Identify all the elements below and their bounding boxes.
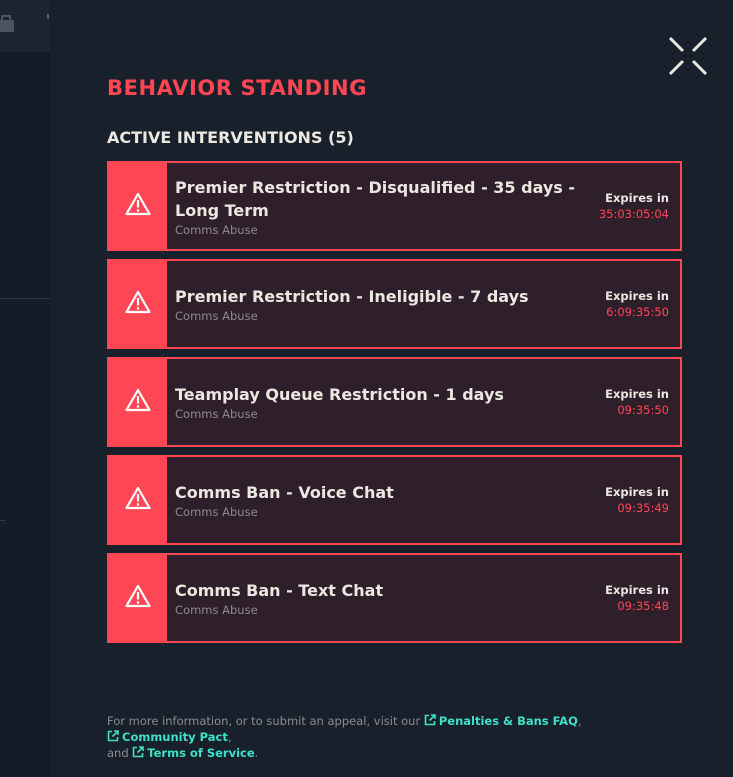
expires-time: 35:03:05:04 bbox=[598, 207, 669, 221]
intervention-name: Comms Ban - Text Chat bbox=[175, 581, 384, 600]
intervention-name: Comms Ban - Voice Chat bbox=[175, 483, 394, 502]
external-link-icon bbox=[132, 746, 145, 758]
footer-separator: , bbox=[577, 714, 582, 728]
intervention-reason: Comms Abuse bbox=[175, 603, 258, 617]
intervention-info: Comms Ban - Text Chat Comms Abuse bbox=[167, 555, 599, 641]
intervention-expiry: Expires in 09:35:49 bbox=[599, 457, 680, 543]
intervention-card[interactable]: Teamplay Queue Restriction - 1 days Comm… bbox=[107, 357, 682, 447]
intervention-info: Premier Restriction - Ineligible - 7 day… bbox=[167, 261, 599, 347]
warning-triangle-icon bbox=[125, 290, 151, 318]
footer-text: For more information, or to submit an ap… bbox=[107, 714, 424, 728]
footer-text: and bbox=[107, 746, 133, 760]
warning-icon-box bbox=[109, 359, 167, 445]
intervention-list: Premier Restriction - Disqualified - 35 … bbox=[107, 161, 682, 651]
intervention-expiry: Expires in 09:35:48 bbox=[599, 555, 680, 641]
divider-line bbox=[0, 520, 6, 521]
warning-icon-box bbox=[109, 457, 167, 543]
community-pact-link[interactable]: Community Pact bbox=[107, 730, 228, 744]
expires-time: 6:09:35:50 bbox=[606, 305, 669, 319]
close-x-icon bbox=[668, 36, 708, 76]
intervention-card[interactable]: Premier Restriction - Ineligible - 7 day… bbox=[107, 259, 682, 349]
expires-label: Expires in bbox=[605, 289, 669, 303]
warning-icon-box bbox=[109, 261, 167, 347]
terms-of-service-link-label: Terms of Service bbox=[147, 746, 255, 760]
terms-of-service-link[interactable]: Terms of Service bbox=[132, 746, 255, 760]
intervention-name: Teamplay Queue Restriction - 1 days bbox=[175, 385, 504, 404]
warning-triangle-icon bbox=[125, 584, 151, 612]
intervention-expiry: Expires in 6:09:35:50 bbox=[599, 261, 680, 347]
expires-label: Expires in bbox=[605, 485, 669, 499]
background-tab bbox=[0, 0, 50, 52]
intervention-card[interactable]: Comms Ban - Text Chat Comms Abuse Expire… bbox=[107, 553, 682, 643]
intervention-reason: Comms Abuse bbox=[175, 222, 258, 237]
background-game-strip bbox=[0, 0, 50, 777]
footer-period: . bbox=[254, 746, 259, 760]
community-pact-link-label: Community Pact bbox=[122, 730, 228, 744]
warning-icon-box bbox=[109, 163, 167, 249]
warning-triangle-icon bbox=[125, 486, 151, 514]
intervention-card[interactable]: Premier Restriction - Disqualified - 35 … bbox=[107, 161, 682, 251]
divider-tick bbox=[47, 14, 49, 19]
warning-icon-box bbox=[109, 555, 167, 641]
expires-time: 09:35:48 bbox=[617, 599, 669, 613]
expires-time: 09:35:49 bbox=[617, 501, 669, 515]
expires-label: Expires in bbox=[605, 191, 669, 205]
intervention-name: Premier Restriction - Ineligible - 7 day… bbox=[175, 287, 529, 306]
footer-separator: , bbox=[227, 730, 232, 744]
penalties-faq-link[interactable]: Penalties & Bans FAQ bbox=[424, 714, 578, 728]
close-button[interactable] bbox=[668, 36, 708, 76]
intervention-name: Premier Restriction - Disqualified - 35 … bbox=[175, 177, 576, 220]
divider-line bbox=[0, 298, 50, 299]
external-link-icon bbox=[107, 730, 119, 742]
intervention-card[interactable]: Comms Ban - Voice Chat Comms Abuse Expir… bbox=[107, 455, 682, 545]
intervention-info: Comms Ban - Voice Chat Comms Abuse bbox=[167, 457, 599, 543]
warning-triangle-icon bbox=[125, 388, 151, 416]
intervention-expiry: Expires in 35:03:05:04 bbox=[593, 163, 680, 249]
external-link-icon bbox=[424, 714, 436, 726]
intervention-reason: Comms Abuse bbox=[175, 407, 258, 421]
intervention-info: Teamplay Queue Restriction - 1 days Comm… bbox=[167, 359, 599, 445]
appeal-info-footer: For more information, or to submit an ap… bbox=[107, 713, 697, 761]
behavior-standing-screen: BEHAVIOR STANDING ACTIVE INTERVENTIONS (… bbox=[0, 0, 733, 777]
page-title: BEHAVIOR STANDING bbox=[107, 76, 368, 100]
expires-label: Expires in bbox=[605, 583, 669, 597]
penalties-faq-link-label: Penalties & Bans FAQ bbox=[438, 714, 578, 728]
intervention-expiry: Expires in 09:35:50 bbox=[599, 359, 680, 445]
intervention-reason: Comms Abuse bbox=[175, 309, 258, 323]
expires-label: Expires in bbox=[605, 387, 669, 401]
briefcase-icon bbox=[0, 14, 16, 34]
section-title: ACTIVE INTERVENTIONS (5) bbox=[107, 128, 354, 147]
warning-triangle-icon bbox=[125, 192, 151, 220]
expires-time: 09:35:50 bbox=[617, 403, 669, 417]
intervention-reason: Comms Abuse bbox=[175, 505, 258, 519]
intervention-info: Premier Restriction - Disqualified - 35 … bbox=[167, 163, 593, 249]
